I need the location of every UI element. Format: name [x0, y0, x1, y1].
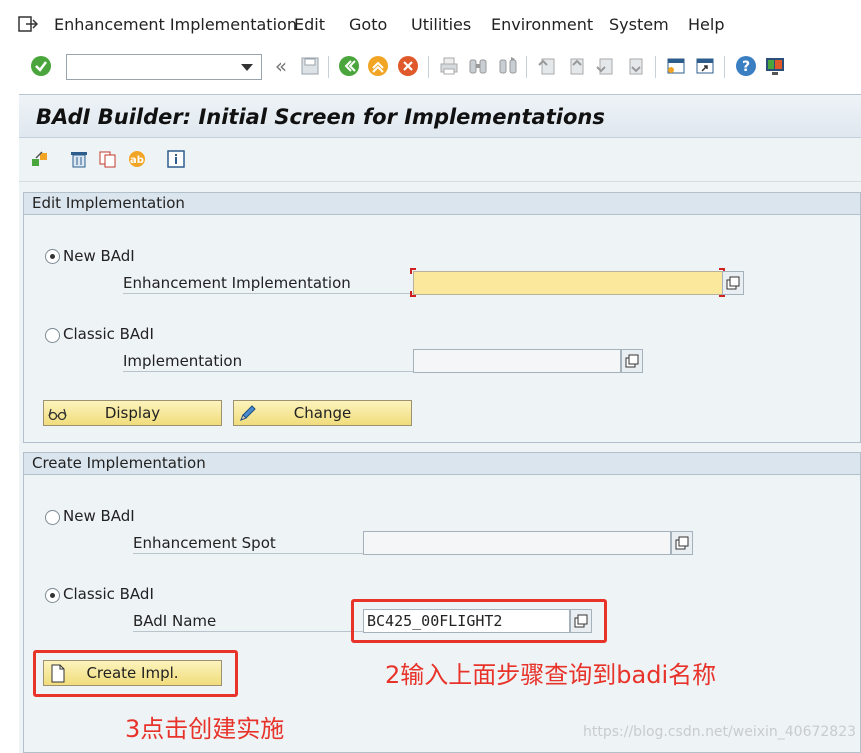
delete-icon[interactable] — [68, 148, 90, 170]
help-icon[interactable]: ? — [735, 55, 757, 77]
cancel-icon[interactable] — [397, 55, 419, 77]
previous-page-icon[interactable] — [565, 55, 587, 77]
menu-exit-icon[interactable] — [18, 16, 38, 32]
watermark: https://blog.csdn.net/weixin_40672823 — [583, 724, 857, 740]
value-help-icon[interactable] — [671, 531, 693, 555]
group-header: Edit Implementation — [24, 193, 860, 215]
new-badi-radio[interactable] — [45, 249, 60, 264]
enhancement-spot-input[interactable] — [363, 531, 671, 555]
menu-goto[interactable]: Goto — [349, 15, 387, 34]
enter-icon[interactable] — [30, 55, 52, 77]
create-new-badi-radio[interactable] — [45, 510, 60, 525]
value-help-icon[interactable] — [722, 271, 744, 295]
next-page-icon[interactable] — [594, 55, 616, 77]
create-new-badi-label: New BAdI — [63, 507, 135, 525]
find-icon[interactable] — [467, 55, 489, 77]
info-icon[interactable] — [165, 148, 187, 170]
enhancement-implementation-input[interactable] — [413, 271, 723, 295]
menu-environment[interactable]: Environment — [491, 15, 593, 34]
enhancement-implementation-label: Enhancement Implementation — [123, 274, 413, 294]
change-button[interactable]: Change — [233, 400, 412, 426]
implementation-input[interactable] — [413, 349, 621, 373]
save-icon[interactable] — [299, 55, 321, 77]
menu-utilities[interactable]: Utilities — [411, 15, 471, 34]
create-classic-badi-label: Classic BAdI — [63, 585, 154, 603]
double-chevron-left-icon[interactable]: « — [270, 54, 292, 78]
required-marker — [410, 291, 416, 297]
value-help-icon[interactable] — [621, 349, 643, 373]
display-button-label: Display — [104, 404, 161, 422]
toolbar-separator — [328, 56, 329, 78]
toolbar-separator — [526, 56, 527, 78]
other-object-icon[interactable] — [29, 148, 51, 170]
glasses-icon — [48, 408, 67, 421]
menu-edit[interactable]: Edit — [294, 15, 325, 34]
exit-icon[interactable] — [367, 55, 389, 77]
toolbar-separator — [428, 56, 429, 78]
customize-layout-icon[interactable] — [764, 55, 786, 77]
back-icon[interactable] — [338, 55, 360, 77]
first-page-icon[interactable] — [536, 55, 558, 77]
implementation-label: Implementation — [123, 352, 413, 372]
menu-enhancement-implementation[interactable]: Enhancement Implementation — [54, 15, 297, 34]
create-classic-badi-radio[interactable] — [45, 588, 60, 603]
svg-text:ab: ab — [130, 155, 144, 166]
annotation-note-step2: 2输入上面步骤查询到badi名称 — [385, 661, 717, 689]
print-icon[interactable] — [438, 55, 460, 77]
screen-title-bar: BAdI Builder: Initial Screen for Impleme… — [19, 94, 861, 138]
annotation-highlight-badi-name — [351, 599, 607, 643]
new-session-icon[interactable] — [665, 55, 687, 77]
annotation-note-step3: 3点击创建实施 — [125, 715, 285, 743]
chevron-down-icon[interactable] — [241, 64, 253, 71]
menu-system[interactable]: System — [609, 15, 669, 34]
command-field[interactable] — [66, 54, 262, 80]
create-shortcut-icon[interactable] — [694, 55, 716, 77]
copy-icon[interactable] — [97, 148, 119, 170]
find-next-icon[interactable] — [497, 55, 519, 77]
menu-bar: Enhancement Implementation Edit Goto Uti… — [0, 0, 861, 48]
toolbar-separator — [724, 56, 725, 78]
change-button-label: Change — [293, 404, 352, 422]
toolbar-separator — [655, 56, 656, 78]
required-marker — [410, 268, 416, 274]
display-button[interactable]: Display — [43, 400, 222, 426]
pencil-icon — [240, 405, 256, 421]
last-page-icon[interactable] — [624, 55, 646, 77]
annotation-highlight-create-button — [33, 650, 238, 697]
classic-badi-label: Classic BAdI — [63, 325, 154, 343]
application-toolbar: ab — [19, 138, 861, 182]
enhancement-spot-label: Enhancement Spot — [133, 534, 363, 554]
badi-name-label: BAdI Name — [133, 612, 363, 632]
new-badi-label: New BAdI — [63, 247, 135, 265]
group-header: Create Implementation — [24, 453, 860, 475]
menu-help[interactable]: Help — [688, 15, 724, 34]
classic-badi-radio[interactable] — [45, 328, 60, 343]
page-title: BAdI Builder: Initial Screen for Impleme… — [36, 105, 605, 129]
rename-icon[interactable]: ab — [126, 148, 148, 170]
svg-text:?: ? — [742, 59, 750, 75]
